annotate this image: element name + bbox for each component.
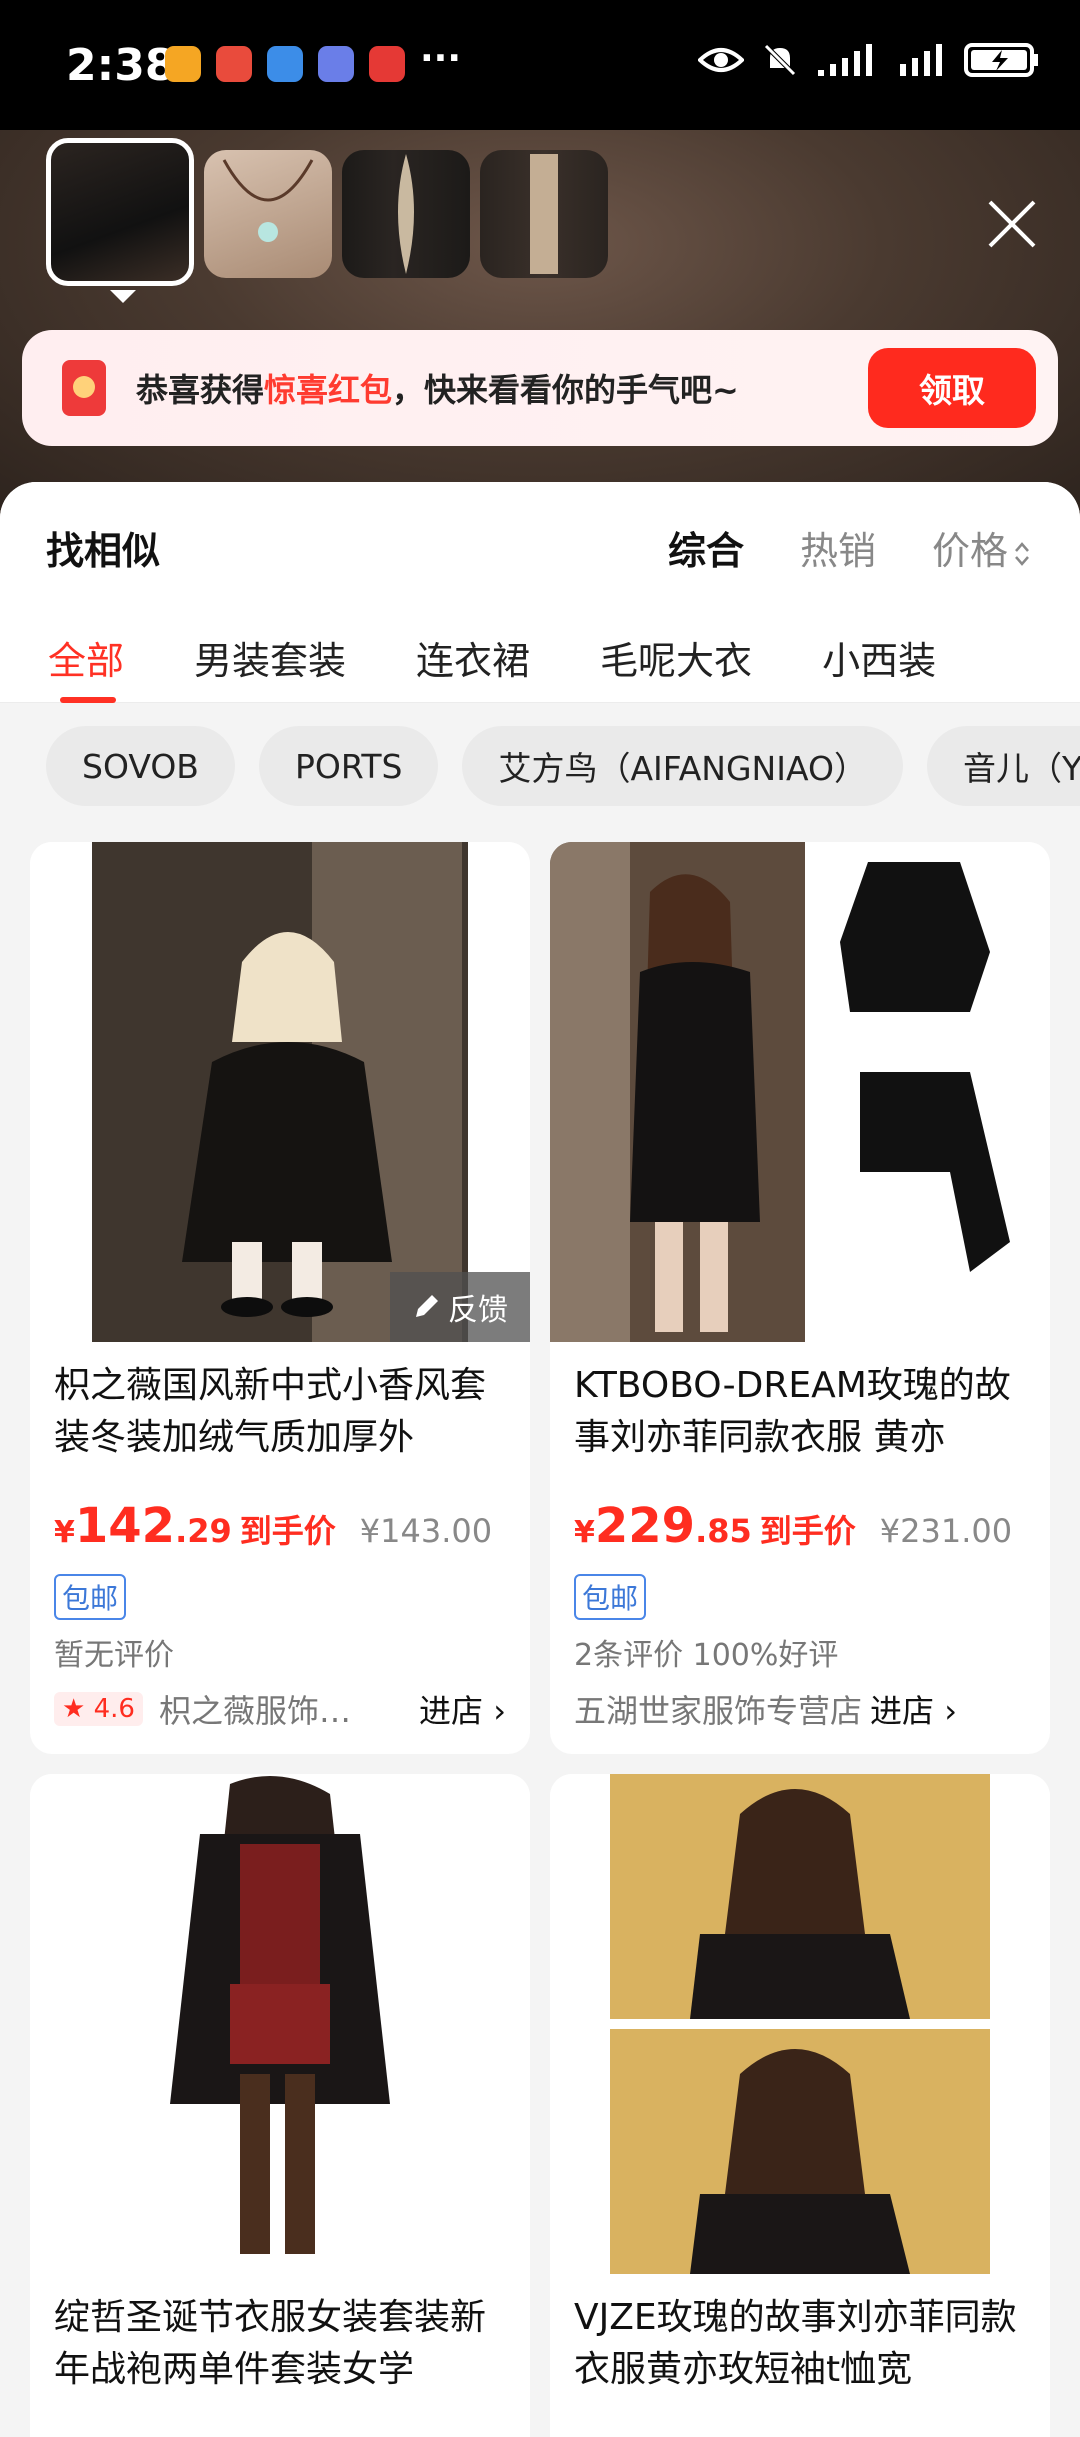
enter-shop-link[interactable]: 进店 › <box>870 1686 957 1732</box>
price-row: ¥229.85 到手价 ¥231.00 <box>550 1464 1050 1554</box>
original-price: ¥143.00 <box>359 1512 493 1550</box>
product-title: 绽哲圣诞节衣服女装套装新年战袍两单件套装女学 <box>54 2297 487 2390</box>
eye-icon <box>698 48 744 72</box>
price-tag: 到手价 <box>239 1512 336 1550</box>
product-card[interactable]: 反馈 枳之薇国风新中式小香风套装冬装加绒气质加厚外 ¥142.29 到手价 ¥143… <box>30 842 530 1754</box>
brand-filter-row: SOVOB PORTS 艾方鸟（AIFANGNIAO） 音儿（Y <box>46 726 1080 806</box>
product-card[interactable]: KTBOBO-DREAM玫瑰的故事刘亦菲同款衣服 黄亦 ¥229.85 到手价 ¥2… <box>550 842 1050 1754</box>
product-title: VJZE玫瑰的故事刘亦菲同款衣服黄亦玫短袖t恤宽 <box>574 2297 1017 2390</box>
thumbnail-bracelet[interactable] <box>480 150 608 278</box>
product-image <box>550 842 1050 1342</box>
price-currency: ¥ <box>54 1515 75 1550</box>
enter-shop-label: 进店 <box>870 1692 935 1730</box>
app-red2-icon <box>369 46 405 82</box>
price-integer: 142 <box>74 1498 176 1554</box>
chevron-right-icon: › <box>483 1692 506 1730</box>
search-image-thumbnails <box>46 138 608 286</box>
price-decimal: .85 <box>695 1512 752 1550</box>
review-summary: 2条评价 100%好评 <box>574 1638 839 1673</box>
sort-comprehensive[interactable]: 综合 <box>668 520 744 575</box>
mute-bell-icon <box>764 44 796 76</box>
find-similar-sheet: 找相似 综合 热销 价格 全部 男装套装 连衣裙 毛呢大衣 小西装 SOVOB … <box>0 482 1080 2437</box>
price-row: ¥142.29 到手价 ¥143.00 <box>30 1464 530 1554</box>
signal-2-icon <box>900 44 942 76</box>
product-title: 枳之薇国风新中式小香风套装冬装加绒气质加厚外 <box>54 1365 487 1458</box>
shop-rating: ★ 4.6 <box>54 1692 143 1726</box>
review-summary: 暂无评价 <box>54 1638 174 1673</box>
product-image: 反馈 <box>30 842 530 1342</box>
app-red-icon <box>216 46 252 82</box>
sort-options: 综合 热销 价格 <box>668 520 1032 575</box>
product-card[interactable]: 绽哲圣诞节衣服女装套装新年战袍两单件套装女学 <box>30 1774 530 2437</box>
chevron-right-icon: › <box>934 1692 957 1730</box>
tab-mens-suits[interactable]: 男装套装 <box>194 630 346 685</box>
brand-chip[interactable]: 音儿（Y <box>926 726 1080 806</box>
brand-chip[interactable]: PORTS <box>258 726 439 806</box>
thumbnail-necklace[interactable] <box>204 150 332 278</box>
tab-blazers[interactable]: 小西装 <box>822 630 936 685</box>
promo-text-before: 恭喜获得 <box>136 371 265 409</box>
original-price: ¥231.00 <box>879 1512 1013 1550</box>
tab-all[interactable]: 全部 <box>48 630 124 703</box>
sort-price-label: 价格 <box>931 529 1008 573</box>
feedback-button[interactable]: 反馈 <box>390 1272 530 1342</box>
promo-highlight: 惊喜红包 <box>264 371 393 409</box>
shop-row: ★ 4.6 枳之薇服饰… 进店 › <box>30 1674 530 1732</box>
free-shipping-badge: 包邮 <box>574 1574 647 1620</box>
free-shipping-badge: 包邮 <box>54 1574 127 1620</box>
sheet-title: 找相似 <box>46 529 161 573</box>
claim-button[interactable]: 领取 <box>868 348 1036 428</box>
thumbnail-leaf-pin[interactable] <box>342 150 470 278</box>
price-decimal: .29 <box>175 1512 232 1550</box>
brand-chip[interactable]: 艾方鸟（AIFANGNIAO） <box>462 726 903 806</box>
tab-wool-coats[interactable]: 毛呢大衣 <box>600 630 752 685</box>
star-icon: ★ <box>62 1694 86 1724</box>
sort-arrows-icon <box>1015 541 1029 566</box>
product-title: KTBOBO-DREAM玫瑰的故事刘亦菲同款衣服 黄亦 <box>574 1365 1011 1458</box>
battery-charging-icon <box>964 43 1038 77</box>
feedback-label: 反馈 <box>448 1293 508 1328</box>
product-image <box>550 1774 1050 2274</box>
close-icon[interactable] <box>984 196 1040 252</box>
status-time: 2:38 <box>66 40 176 91</box>
status-bar: 2:38 ··· <box>0 0 1080 130</box>
pencil-icon <box>416 1295 438 1317</box>
price-currency: ¥ <box>574 1515 595 1550</box>
sort-price[interactable]: 价格 <box>932 520 1032 575</box>
rating-value: 4.6 <box>93 1694 135 1724</box>
sort-hot-sales[interactable]: 热销 <box>800 520 876 575</box>
product-image <box>30 1774 530 2274</box>
promo-text: 恭喜获得惊喜红包，快来看看你的手气吧~ <box>136 365 868 411</box>
red-packet-icon <box>62 360 106 416</box>
tab-dresses[interactable]: 连衣裙 <box>416 630 530 685</box>
more-notifications-icon: ··· <box>420 38 462 79</box>
brand-chip[interactable]: SOVOB <box>46 726 235 806</box>
music-icon <box>318 46 354 82</box>
shop-row: 五湖世家服饰专营店 进店 › <box>550 1674 1050 1732</box>
shop-name[interactable]: 五湖世家服饰专营店 <box>574 1686 862 1732</box>
red-packet-banner[interactable]: 恭喜获得惊喜红包，快来看看你的手气吧~ 领取 <box>22 330 1058 446</box>
shop-name[interactable]: 枳之薇服饰… <box>159 1686 411 1732</box>
promo-text-after: ，快来看看你的手气吧~ <box>392 371 739 409</box>
enter-shop-label: 进店 <box>419 1692 484 1730</box>
thumbnail-pointer <box>110 290 136 303</box>
enter-shop-link[interactable]: 进店 › <box>419 1686 506 1732</box>
app-blue-icon <box>267 46 303 82</box>
weibo-icon <box>165 46 201 82</box>
sheet-header: 找相似 综合 热销 价格 全部 男装套装 连衣裙 毛呢大衣 小西装 <box>0 482 1080 703</box>
price-tag: 到手价 <box>759 1512 856 1550</box>
product-card[interactable]: VJZE玫瑰的故事刘亦菲同款衣服黄亦玫短袖t恤宽 <box>550 1774 1050 2437</box>
signal-icon <box>818 44 872 76</box>
category-tabs: 全部 男装套装 连衣裙 毛呢大衣 小西装 <box>48 630 936 703</box>
thumbnail-black-outfit[interactable] <box>46 138 194 286</box>
price-integer: 229 <box>594 1498 696 1554</box>
